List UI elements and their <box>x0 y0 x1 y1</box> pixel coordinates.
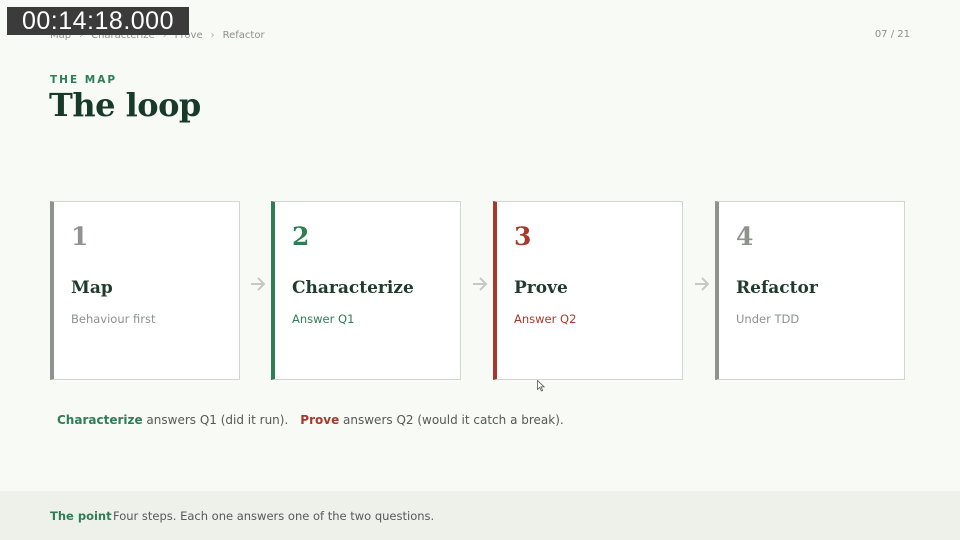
step-subtitle: Answer Q1 <box>292 312 355 326</box>
chevron-right-icon: › <box>210 29 215 41</box>
footer-bar: The point Four steps. Each one answers o… <box>0 491 960 540</box>
breadcrumb-item-refactor[interactable]: Refactor <box>223 30 265 41</box>
step-subtitle: Under TDD <box>736 312 800 326</box>
step-card-prove: 3 Prove Answer Q2 <box>493 201 683 380</box>
page-title: The loop <box>49 86 201 124</box>
step-title: Prove <box>514 278 568 298</box>
step-number: 3 <box>514 222 532 251</box>
step-number: 4 <box>736 222 754 251</box>
step-title: Map <box>71 278 113 298</box>
step-subtitle: Behaviour first <box>71 312 156 326</box>
page-counter: 07 / 21 <box>874 29 910 40</box>
note-term-characterize: Characterize <box>57 413 143 427</box>
video-timestamp: 00:14:18.000 <box>7 7 189 35</box>
arrow-right-icon <box>693 274 711 294</box>
section-eyebrow: THE MAP <box>50 74 118 86</box>
arrow-right-icon <box>249 274 267 294</box>
arrow-right-icon <box>471 274 489 294</box>
note-text-q1: answers Q1 (did it run). <box>142 413 289 427</box>
note-term-prove: Prove <box>300 413 340 427</box>
note-text-q2: answers Q2 (would it catch a break). <box>339 413 564 427</box>
step-card-refactor: 4 Refactor Under TDD <box>715 201 905 380</box>
mouse-cursor-icon <box>537 380 545 392</box>
step-subtitle: Answer Q2 <box>514 312 577 326</box>
step-card-map: 1 Map Behaviour first <box>50 201 240 380</box>
step-number: 1 <box>71 222 89 251</box>
summary-note: Characterize answers Q1 (did it run). Pro… <box>57 413 564 427</box>
step-title: Characterize <box>292 278 414 298</box>
footer-label: The point <box>50 509 112 523</box>
step-card-characterize: 2 Characterize Answer Q1 <box>271 201 461 380</box>
footer-text: Four steps. Each one answers one of the … <box>113 509 435 523</box>
step-title: Refactor <box>736 278 818 298</box>
step-number: 2 <box>292 222 310 251</box>
